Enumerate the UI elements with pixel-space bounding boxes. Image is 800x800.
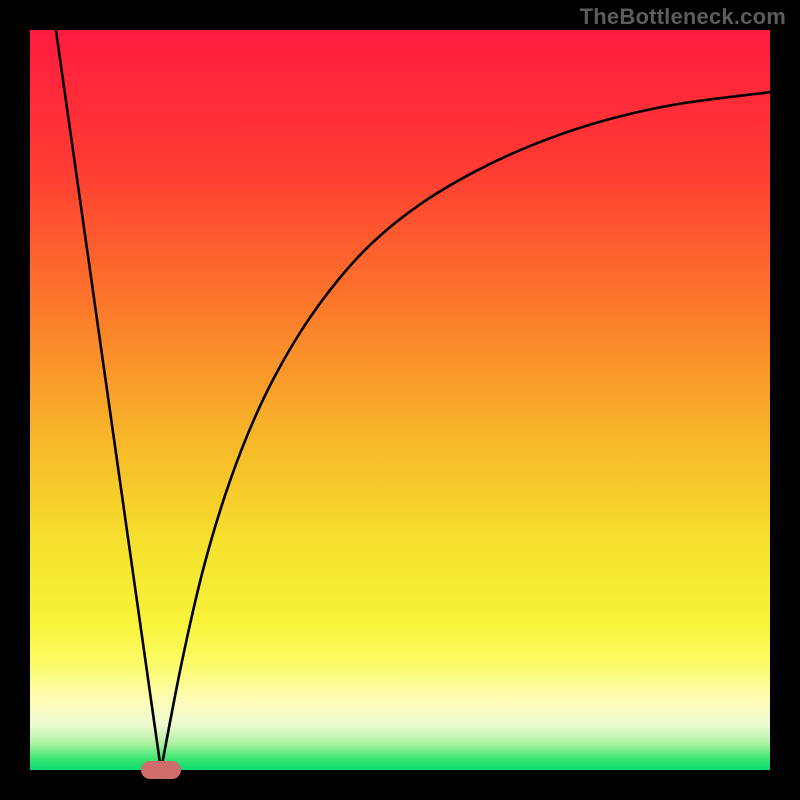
outer-frame: TheBottleneck.com xyxy=(0,0,800,800)
chart xyxy=(30,30,770,770)
plot-background xyxy=(30,30,770,770)
minimum-marker xyxy=(141,761,181,779)
watermark-text: TheBottleneck.com xyxy=(580,4,786,30)
